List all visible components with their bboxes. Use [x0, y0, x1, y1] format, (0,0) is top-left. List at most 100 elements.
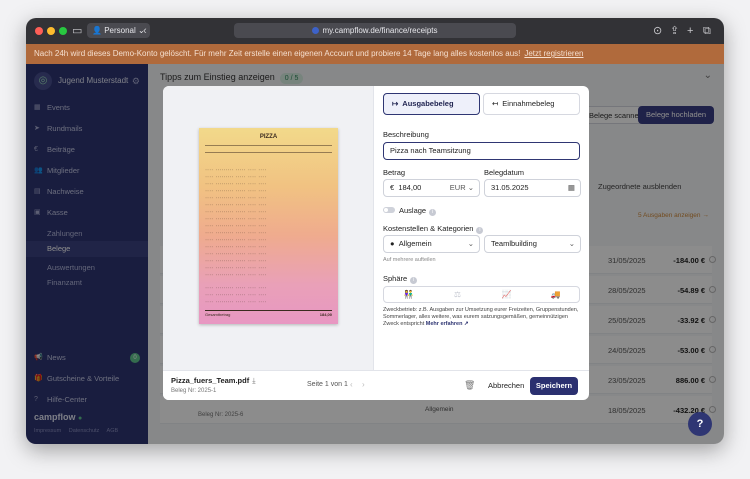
chart-icon[interactable]: 📈 — [482, 287, 531, 302]
desktop-background: ▭ 👤 Personal ⌄ ‹ my.campflow.de/finance/… — [0, 0, 750, 479]
date-input[interactable]: 31.05.2025 ▦ — [484, 179, 581, 197]
download-icon[interactable]: ⤓ — [252, 376, 255, 385]
maximize-window-button[interactable] — [59, 27, 67, 35]
date-label: Belegdatum — [484, 168, 525, 177]
receipt-line — [205, 152, 332, 153]
learn-more-text: Mehr erfahren — [425, 321, 463, 327]
next-page-icon[interactable]: › — [362, 380, 365, 389]
sphere-label-text: Sphäre — [383, 274, 408, 283]
receipt-edit-dialog: PIZZA ···· ········· ····· ···· ···· ···… — [163, 86, 589, 400]
cost-center-label-text: Kostenstellen & Kategorien — [383, 224, 474, 233]
cost-center-label: Kostenstellen & Kategorien i — [383, 224, 484, 234]
address-bar[interactable]: my.campflow.de/finance/receipts — [234, 23, 516, 38]
calendar-icon[interactable]: ▦ — [568, 180, 575, 196]
share-icon[interactable]: ⇪ — [670, 24, 679, 38]
demo-banner: Nach 24h wird dieses Demo-Konto gelöscht… — [26, 44, 724, 64]
date-value: 31.05.2025 — [491, 183, 529, 192]
receipt-text-row: ···· ········· ····· ···· ···· — [205, 217, 267, 221]
category-select[interactable]: Teamlbuilding ⌄ — [484, 235, 581, 253]
receipt-text-row: ···· ········· ····· ···· ···· — [205, 273, 267, 277]
save-button[interactable]: Speichern — [530, 377, 578, 395]
amount-input[interactable]: € 184,00 EUR ⌄ — [383, 179, 480, 197]
download-icon[interactable]: ⊙ — [653, 24, 662, 38]
previous-page-icon[interactable]: ‹ — [350, 380, 353, 389]
receipt-total-label: Gesamtbetrag — [205, 312, 231, 317]
url-text: my.campflow.de/finance/receipts — [322, 26, 438, 35]
receipt-text-row: ···· ········· ····· ···· ···· — [205, 196, 267, 200]
income-type-button[interactable]: ↤ Einnahmebeleg — [483, 93, 580, 115]
expense-switch-label: Auslage i — [399, 206, 437, 216]
sphere-description-text: Zweckbetrieb: z.B. Ausgaben zur Umsetzun… — [383, 307, 579, 327]
receipt-text-row: ···· ········· ····· ···· ···· — [205, 293, 267, 297]
new-tab-icon[interactable]: + — [687, 24, 693, 38]
browser-toolbar: ▭ 👤 Personal ⌄ ‹ my.campflow.de/finance/… — [26, 18, 724, 44]
info-icon[interactable]: i — [476, 227, 484, 234]
receipt-total: Gesamtbetrag 184,00 — [205, 310, 332, 317]
register-link[interactable]: Jetzt registrieren — [524, 49, 583, 58]
trash-icon[interactable]: 🗑 — [464, 380, 475, 391]
receipt-text-row: ···· ········· ····· ···· ···· — [205, 245, 267, 249]
receipt-text-row: ···· ········· ····· ···· ···· — [205, 203, 267, 207]
receipt-text-row: ···· ········· ····· ···· ···· — [205, 210, 267, 214]
chevron-down-icon: ⌄ — [568, 239, 575, 248]
receipt-text-row: ···· ········· ····· ···· ···· — [205, 259, 267, 263]
receipt-text-row: ···· ········· ····· ···· ···· — [205, 182, 267, 186]
dialog-actions: 🗑 Abbrechen Speichern — [374, 370, 589, 400]
demo-banner-text: Nach 24h wird dieses Demo-Konto gelöscht… — [34, 49, 521, 58]
cancel-button[interactable]: Abbrechen — [482, 377, 531, 395]
sidebar-toggle-icon[interactable]: ▭ — [72, 24, 82, 38]
chevron-down-icon: ⌄ — [467, 239, 474, 248]
receipt-line — [205, 145, 332, 146]
close-window-button[interactable] — [35, 27, 43, 35]
arrow-left-to-bar-icon: ↤ — [492, 99, 499, 108]
expense-switch[interactable] — [383, 207, 395, 213]
info-icon[interactable]: i — [410, 277, 418, 284]
receipt-text-row: ···· ········· ····· ···· ···· — [205, 175, 267, 179]
profile-name: Personal — [104, 26, 136, 35]
cost-center-dot-icon: ● — [390, 239, 395, 248]
receipt-text-row: ···· ········· ····· ···· ···· — [205, 266, 267, 270]
scale-icon[interactable]: ⚖ — [433, 287, 482, 302]
people-icon[interactable]: 👫 — [384, 287, 433, 302]
description-label: Beschreibung — [383, 130, 429, 139]
file-name-text: Pizza_fuers_Team.pdf — [171, 376, 250, 385]
truck-icon[interactable]: 🚚 — [531, 287, 580, 302]
receipt-text-row: ···· ········· ····· ···· ···· — [205, 224, 267, 228]
file-info-bar: Pizza_fuers_Team.pdf ⤓ Beleg Nr: 2025-1 S… — [163, 370, 374, 400]
minimize-window-button[interactable] — [47, 27, 55, 35]
amount-label: Betrag — [383, 168, 406, 177]
cost-center-select[interactable]: ● Allgemein ⌄ — [383, 235, 480, 253]
receipt-header-text: PIZZA — [259, 134, 278, 140]
currency-symbol: € — [390, 183, 395, 192]
description-input[interactable]: Pizza nach Teamsitzung — [383, 142, 580, 160]
receipt-image: PIZZA ···· ········· ····· ···· ···· ···… — [199, 128, 338, 324]
category-value: Teamlbuilding — [491, 239, 537, 248]
tabs-overview-icon[interactable]: ⧉ — [703, 24, 711, 38]
sphere-selector: 👫 ⚖ 📈 🚚 — [383, 286, 580, 303]
learn-more-link[interactable]: Mehr erfahren ↗ — [426, 321, 469, 327]
receipt-total-value: 184,00 — [319, 312, 332, 317]
income-type-label: Einnahmebeleg — [502, 99, 555, 108]
help-chat-button[interactable]: ? — [688, 412, 712, 436]
split-link[interactable]: Auf mehrere aufteilen — [383, 257, 436, 263]
page-indicator: Seite 1 von 1 — [307, 381, 348, 388]
profile-selector[interactable]: 👤 Personal ⌄ — [87, 23, 150, 38]
receipt-text-row: ···· ········· ····· ···· ···· — [205, 238, 267, 242]
info-icon[interactable]: i — [429, 209, 437, 216]
receipt-text-row: ···· ········· ····· ···· ···· — [205, 231, 267, 235]
receipt-text-row: ···· ········· ····· ···· ···· — [205, 286, 267, 290]
sphere-description: Zweckbetrieb: z.B. Ausgaben zur Umsetzun… — [383, 307, 581, 328]
receipt-text-row: ···· ········· ····· ···· ···· — [205, 300, 267, 304]
expense-type-label: Ausgabebeleg — [402, 99, 454, 108]
file-name: Pizza_fuers_Team.pdf ⤓ — [171, 376, 256, 386]
receipt-text-row: ···· ········· ····· ···· ···· — [205, 168, 267, 172]
back-icon[interactable]: ‹ — [143, 24, 147, 38]
receipt-form: ↦ Ausgabebeleg ↤ Einnahmebeleg Beschreibun… — [374, 86, 589, 400]
currency-code: EUR — [449, 183, 466, 192]
currency-select[interactable]: EUR ⌄ — [450, 180, 474, 196]
expense-type-button[interactable]: ↦ Ausgabebeleg — [383, 93, 480, 115]
receipt-number: Beleg Nr: 2025-1 — [171, 388, 217, 394]
arrow-right-to-bar-icon: ↦ — [392, 99, 399, 108]
receipt-preview-pane: PIZZA ···· ········· ····· ···· ···· ···… — [163, 86, 374, 400]
browser-window: ▭ 👤 Personal ⌄ ‹ my.campflow.de/finance/… — [26, 18, 724, 444]
